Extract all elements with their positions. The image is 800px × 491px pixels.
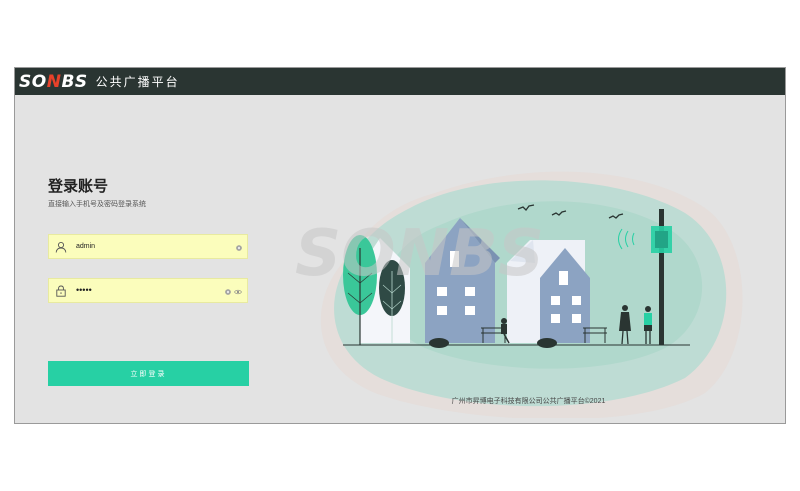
password-value: ••••• bbox=[76, 285, 92, 295]
user-icon bbox=[49, 235, 73, 258]
app-window: SONBS 公共广播平台 登录账号 直接输入手机号及密码登录系统 admin •… bbox=[14, 67, 786, 424]
platform-name: 公共广播平台 bbox=[95, 75, 180, 89]
copyright-text: 广州市昇博电子科技有限公司公共广播平台©2021 bbox=[451, 398, 606, 405]
username-field[interactable]: admin bbox=[48, 234, 248, 259]
clear-icon[interactable] bbox=[225, 282, 231, 300]
svg-text:SONBS: SONBS bbox=[295, 217, 544, 291]
brand-watermark: SONBS bbox=[295, 217, 544, 291]
top-bar: SONBS 公共广播平台 bbox=[15, 68, 785, 95]
town-illustration: SONBS bbox=[295, 171, 743, 418]
login-subtitle: 直接输入手机号及密码登录系统 bbox=[48, 201, 146, 208]
clear-icon[interactable] bbox=[236, 238, 242, 256]
username-value: admin bbox=[76, 243, 96, 250]
login-title: 登录账号 bbox=[48, 178, 109, 195]
password-field[interactable]: ••••• bbox=[48, 278, 248, 303]
login-button[interactable]: 立即登录 bbox=[48, 361, 249, 386]
brand-logo: SONBS bbox=[19, 71, 88, 92]
eye-icon[interactable] bbox=[234, 282, 242, 300]
lock-icon bbox=[49, 279, 73, 302]
